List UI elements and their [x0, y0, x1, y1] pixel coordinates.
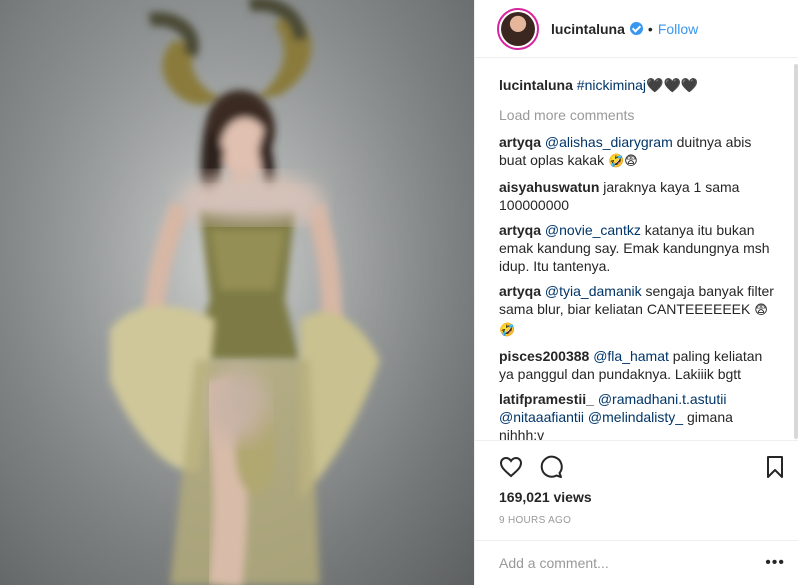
- view-count[interactable]: 169,021 views: [499, 489, 592, 505]
- more-options-icon[interactable]: •••: [765, 554, 785, 572]
- comment-mention[interactable]: @alishas_diarygram: [545, 134, 673, 150]
- load-more-comments-button[interactable]: Load more comments: [499, 106, 779, 124]
- follow-button[interactable]: Follow: [658, 21, 698, 37]
- add-comment-bar: •••: [475, 540, 798, 585]
- post-media[interactable]: [0, 0, 474, 585]
- post-actions: 169,021 views 9 HOURS AGO: [475, 440, 798, 540]
- comment-emoji: 🤣😨: [607, 154, 638, 169]
- heart-icon[interactable]: [499, 455, 523, 484]
- media-image: [0, 0, 474, 585]
- comment-mention[interactable]: @tyia_damanik: [545, 283, 642, 299]
- caption-username[interactable]: lucintaluna: [499, 77, 573, 93]
- comment-mention[interactable]: @fla_hamat: [593, 348, 669, 364]
- comment-username[interactable]: latifpramestii_: [499, 391, 594, 407]
- comment-input[interactable]: [499, 555, 766, 571]
- comment-item: artyqa @alishas_diarygram duitnya abis b…: [499, 133, 779, 171]
- avatar-image: [501, 11, 535, 46]
- comment-item: pisces200388 @fla_hamat paling keliatan …: [499, 347, 779, 383]
- comment-username[interactable]: artyqa: [499, 134, 541, 150]
- post-header: lucintaluna • Follow: [475, 0, 798, 58]
- comments-list: lucintaluna #nickiminaj🖤🖤🖤 Load more com…: [499, 76, 779, 451]
- comment-mention[interactable]: @novie_cantkz: [545, 222, 641, 238]
- avatar[interactable]: [497, 7, 539, 50]
- comment-username[interactable]: pisces200388: [499, 348, 589, 364]
- comment-item: artyqa @novie_cantkz katanya itu bukan e…: [499, 221, 779, 275]
- author-username[interactable]: lucintaluna: [551, 21, 625, 37]
- verified-badge-icon: [629, 22, 643, 35]
- comment-username[interactable]: aisyahuswatun: [499, 179, 599, 195]
- comment-username[interactable]: artyqa: [499, 283, 541, 299]
- post-timestamp[interactable]: 9 HOURS AGO: [499, 515, 571, 526]
- comment-item: latifpramestii_ @ramadhani.t.astutii @ni…: [499, 390, 779, 444]
- bookmark-icon[interactable]: [765, 455, 785, 484]
- comment-icon[interactable]: [539, 455, 563, 484]
- comment-username[interactable]: artyqa: [499, 222, 541, 238]
- comments-scrollbar[interactable]: [794, 64, 798, 439]
- caption: lucintaluna #nickiminaj🖤🖤🖤: [499, 76, 779, 94]
- post-details-panel: lucintaluna • Follow lucintaluna #nickim…: [474, 0, 798, 585]
- caption-hashtag[interactable]: #nickiminaj🖤🖤🖤: [577, 77, 699, 93]
- comment-item: artyqa @tyia_damanik sengaja banyak filt…: [499, 282, 779, 340]
- separator-dot: •: [647, 20, 653, 37]
- comment-item: aisyahuswatun jaraknya kaya 1 sama 10000…: [499, 178, 779, 214]
